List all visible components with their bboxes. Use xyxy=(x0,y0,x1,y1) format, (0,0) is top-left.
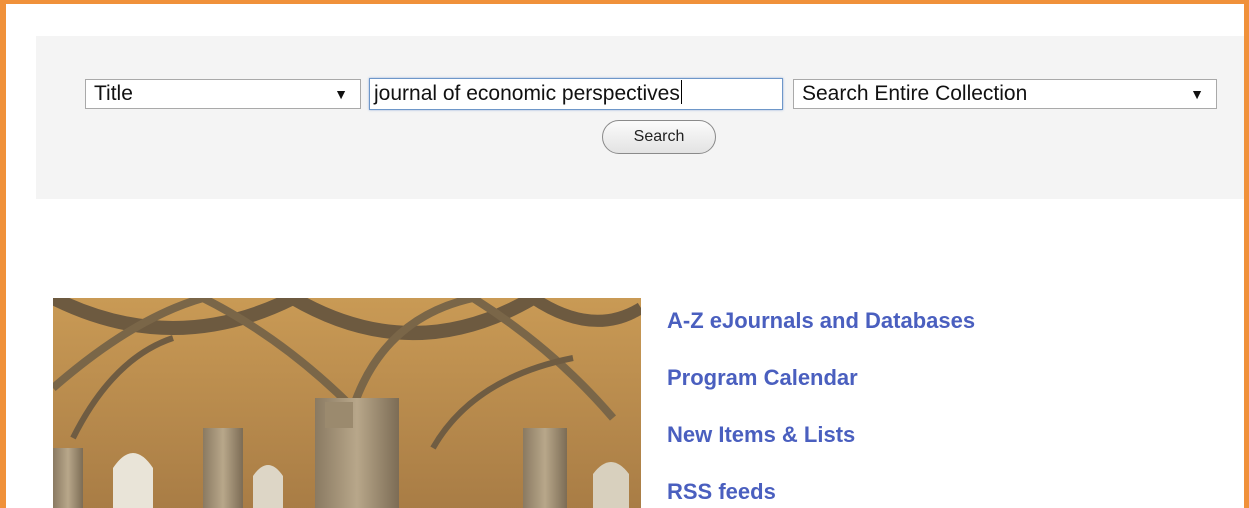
link-az-ejournals-databases[interactable]: A-Z eJournals and Databases xyxy=(667,301,975,358)
dropdown-arrow-icon: ▼ xyxy=(334,86,348,102)
dropdown-arrow-icon: ▼ xyxy=(1190,86,1204,102)
search-scope-select[interactable]: Search Entire Collection ▼ xyxy=(793,79,1217,109)
search-field-type-select[interactable]: Title ▼ xyxy=(85,79,361,109)
search-field-type-value: Title xyxy=(94,82,133,105)
quick-links: A-Z eJournals and Databases Program Cale… xyxy=(667,301,975,508)
search-scope-value: Search Entire Collection xyxy=(802,82,1028,105)
library-vaulted-hall-image xyxy=(53,298,641,508)
page-frame: Title ▼ journal of economic perspectives… xyxy=(0,0,1249,508)
search-query-input[interactable]: journal of economic perspectives xyxy=(369,78,783,110)
link-rss-feeds[interactable]: RSS feeds xyxy=(667,472,975,508)
text-caret xyxy=(680,80,682,104)
search-button[interactable]: Search xyxy=(602,120,716,154)
search-panel: Title ▼ journal of economic perspectives… xyxy=(36,36,1244,199)
link-new-items-lists[interactable]: New Items & Lists xyxy=(667,415,975,472)
link-program-calendar[interactable]: Program Calendar xyxy=(667,358,975,415)
search-query-value: journal of economic perspectives xyxy=(374,82,680,105)
